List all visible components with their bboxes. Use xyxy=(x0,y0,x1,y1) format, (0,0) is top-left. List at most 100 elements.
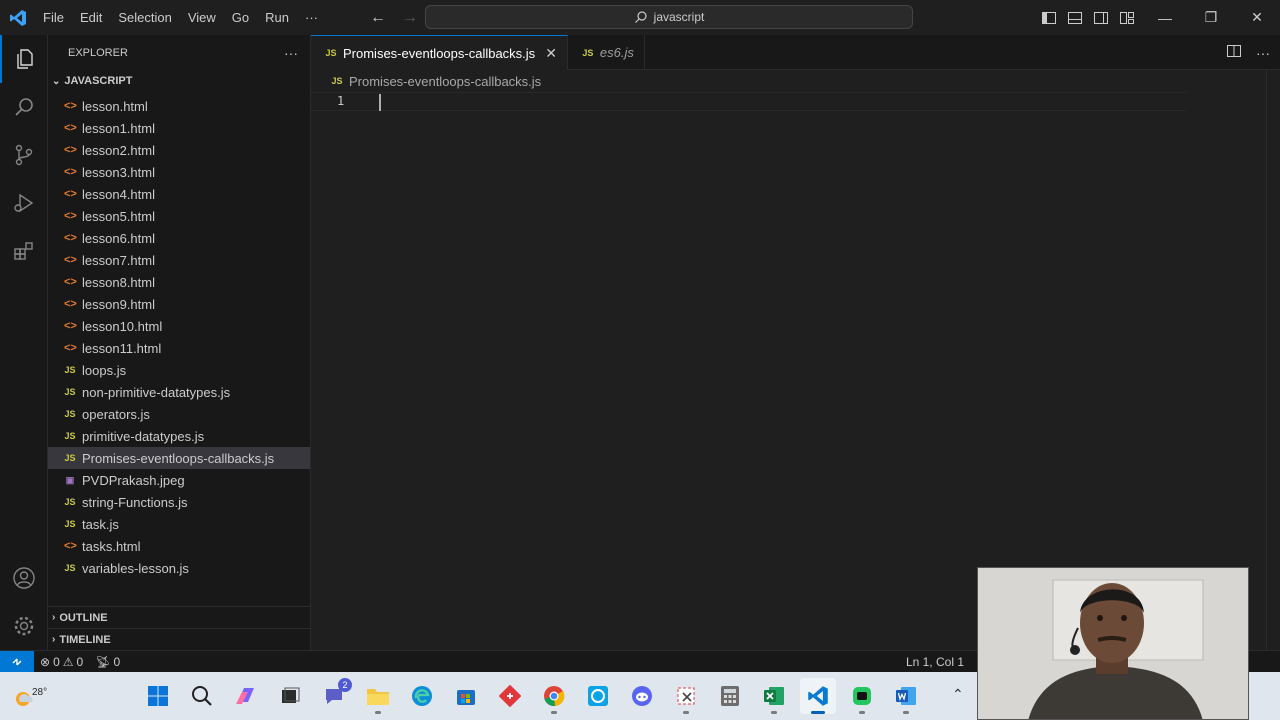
file-item[interactable]: JS loops.js xyxy=(48,359,310,381)
folder-header[interactable]: ⌄ JAVASCRIPT xyxy=(48,70,310,92)
back-arrow-icon[interactable]: ← xyxy=(366,6,390,30)
vertical-scrollbar[interactable] xyxy=(1266,70,1280,650)
task-view-icon[interactable] xyxy=(272,678,308,714)
remote-indicator-icon[interactable] xyxy=(0,650,34,673)
microsoft-store-icon[interactable] xyxy=(448,678,484,714)
file-item[interactable]: <> lesson3.html xyxy=(48,161,310,183)
file-item[interactable]: JS string-Functions.js xyxy=(48,491,310,513)
file-name: Promises-eventloops-callbacks.js xyxy=(82,450,275,466)
menu-file[interactable]: File xyxy=(35,0,72,35)
cursor-position[interactable]: Ln 1, Col 1 xyxy=(900,655,970,669)
menu-run[interactable]: Run xyxy=(257,0,297,35)
js-file-icon: JS xyxy=(582,47,594,58)
html-file-icon: <> xyxy=(64,100,77,112)
restore-icon[interactable]: ❐ xyxy=(1188,0,1234,35)
explorer-icon[interactable] xyxy=(0,35,48,83)
chrome-browser-icon[interactable] xyxy=(536,678,572,714)
file-item[interactable]: <> lesson7.html xyxy=(48,249,310,271)
tab-es6[interactable]: JS es6.js xyxy=(568,35,645,70)
toggle-primary-sidebar-icon[interactable] xyxy=(1040,9,1058,27)
snipping-tool-icon[interactable] xyxy=(668,678,704,714)
run-debug-icon[interactable] xyxy=(0,179,48,227)
breadcrumb-file[interactable]: Promises-eventloops-callbacks.js xyxy=(349,74,541,89)
settings-gear-icon[interactable] xyxy=(0,602,48,650)
warning-count: 0 xyxy=(76,654,84,669)
search-icon xyxy=(634,11,647,23)
timeline-section[interactable]: › TIMELINE xyxy=(48,628,310,650)
file-item[interactable]: JS primitive-datatypes.js xyxy=(48,425,310,447)
tab-close-button[interactable]: ✕ xyxy=(545,45,557,62)
folder-name: JAVASCRIPT xyxy=(64,75,133,87)
menu-more[interactable]: ··· xyxy=(297,0,326,35)
ports-indicator[interactable]: 📡︎ 0 xyxy=(89,655,126,669)
forward-arrow-icon[interactable]: → xyxy=(398,6,422,30)
js-file-icon: JS xyxy=(64,387,76,397)
customize-layout-icon[interactable] xyxy=(1118,9,1136,27)
accounts-icon[interactable] xyxy=(0,554,48,602)
file-name: non-primitive-datatypes.js xyxy=(82,384,231,400)
edge-browser-icon[interactable] xyxy=(404,678,440,714)
breadcrumb[interactable]: JS Promises-eventloops-callbacks.js xyxy=(311,70,1280,92)
extensions-icon[interactable] xyxy=(0,227,48,275)
menu-view[interactable]: View xyxy=(180,0,224,35)
js-file-icon: JS xyxy=(64,497,76,507)
outline-section[interactable]: › OUTLINE xyxy=(48,606,310,628)
toggle-panel-icon[interactable] xyxy=(1066,9,1084,27)
file-item[interactable]: JS task.js xyxy=(48,513,310,535)
file-item[interactable]: <> lesson8.html xyxy=(48,271,310,293)
chat-app-icon[interactable] xyxy=(844,678,880,714)
excel-icon[interactable] xyxy=(756,678,792,714)
file-item[interactable]: <> tasks.html xyxy=(48,535,310,557)
search-icon[interactable] xyxy=(0,83,48,131)
editor-more-icon[interactable]: ··· xyxy=(1256,45,1270,61)
minimize-icon[interactable]: — xyxy=(1142,0,1188,35)
file-name: primitive-datatypes.js xyxy=(82,428,205,444)
file-tree: <> lesson.html <> lesson1.html <> lesson2.htm… xyxy=(48,95,310,579)
file-explorer-icon[interactable] xyxy=(360,678,396,714)
file-item[interactable]: JS operators.js xyxy=(48,403,310,425)
split-editor-icon[interactable] xyxy=(1226,43,1242,62)
discord-icon[interactable] xyxy=(624,678,660,714)
problems-indicator[interactable]: ⊗ 0 ⚠ 0 xyxy=(34,655,89,669)
explorer-sidebar: EXPLORER ··· ⌄ JAVASCRIPT <> lesson.html <… xyxy=(48,35,311,650)
file-name: lesson9.html xyxy=(82,296,155,312)
file-item[interactable]: <> lesson6.html xyxy=(48,227,310,249)
show-hidden-icons-chevron-icon[interactable]: ⌃ xyxy=(952,686,972,706)
file-item[interactable]: <> lesson11.html xyxy=(48,337,310,359)
copilot-icon[interactable] xyxy=(228,678,264,714)
weather-widget[interactable]: 28° xyxy=(10,678,47,714)
teams-chat-icon[interactable]: 2 xyxy=(316,678,352,714)
error-count: 0 xyxy=(53,654,60,669)
menu-selection[interactable]: Selection xyxy=(110,0,179,35)
html-file-icon: <> xyxy=(64,342,77,354)
file-item[interactable]: ▣ PVDPrakash.jpeg xyxy=(48,469,310,491)
menu-go[interactable]: Go xyxy=(224,0,257,35)
windows-start-icon[interactable] xyxy=(140,678,176,714)
taskbar-search-icon[interactable] xyxy=(184,678,220,714)
file-item[interactable]: <> lesson9.html xyxy=(48,293,310,315)
alexa-icon[interactable] xyxy=(580,678,616,714)
close-icon[interactable]: ✕ xyxy=(1234,0,1280,35)
tab-promises[interactable]: JS Promises-eventloops-callbacks.js ✕ xyxy=(311,35,568,70)
file-item[interactable]: <> lesson4.html xyxy=(48,183,310,205)
file-item[interactable]: <> lesson5.html xyxy=(48,205,310,227)
vscode-taskbar-icon[interactable] xyxy=(800,678,836,714)
word-icon[interactable] xyxy=(888,678,924,714)
file-item[interactable]: JS non-primitive-datatypes.js xyxy=(48,381,310,403)
html-file-icon: <> xyxy=(64,166,77,178)
file-item[interactable]: <> lesson10.html xyxy=(48,315,310,337)
menu-edit[interactable]: Edit xyxy=(72,0,110,35)
source-control-icon[interactable] xyxy=(0,131,48,179)
editor-area[interactable]: JS Promises-eventloops-callbacks.js 1 xyxy=(311,70,1280,650)
calculator-icon[interactable] xyxy=(712,678,748,714)
file-item[interactable]: <> lesson1.html xyxy=(48,117,310,139)
explorer-more-button[interactable]: ··· xyxy=(284,45,298,61)
toggle-secondary-sidebar-icon[interactable] xyxy=(1092,9,1110,27)
current-line[interactable]: 1 xyxy=(311,92,1186,111)
file-item[interactable]: <> lesson2.html xyxy=(48,139,310,161)
git-client-icon[interactable] xyxy=(492,678,528,714)
file-item[interactable]: <> lesson.html xyxy=(48,95,310,117)
file-item[interactable]: JS variables-lesson.js xyxy=(48,557,310,579)
command-center-search[interactable]: javascript xyxy=(425,5,913,29)
file-item[interactable]: JS Promises-eventloops-callbacks.js xyxy=(48,447,310,469)
